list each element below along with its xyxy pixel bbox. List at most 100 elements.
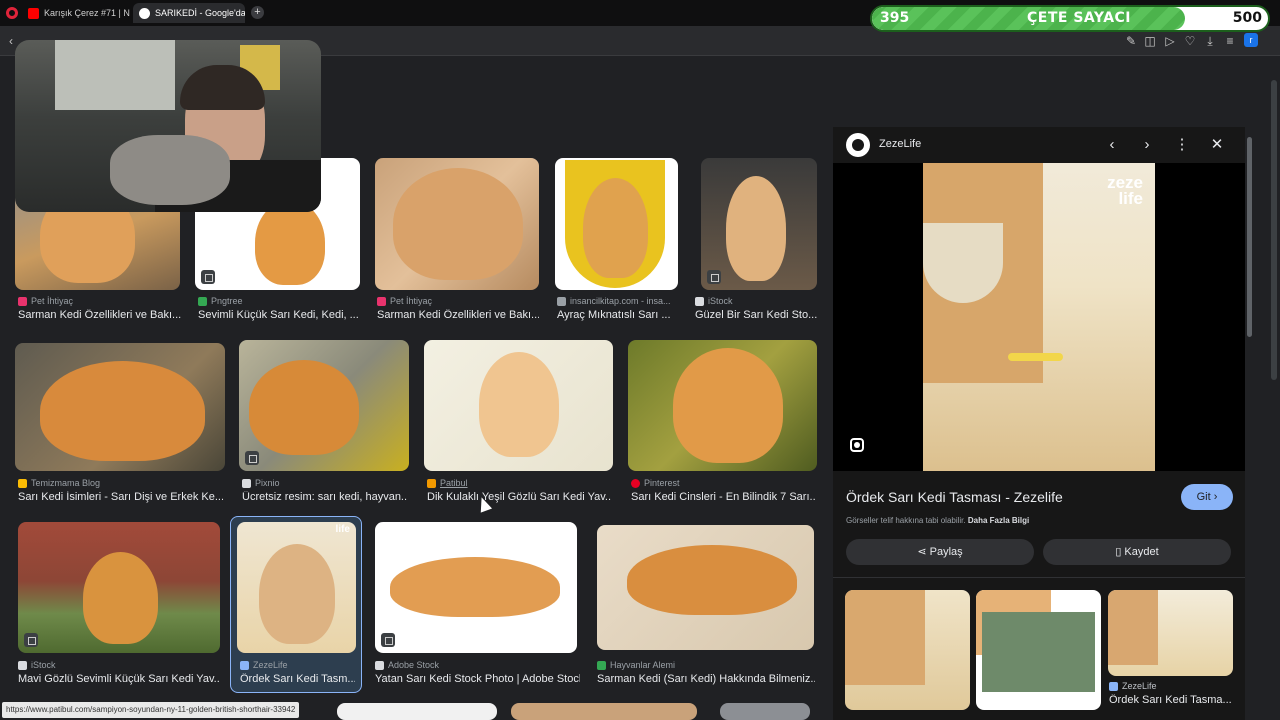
result-source[interactable]: Patibul	[427, 478, 468, 488]
result-source[interactable]: Pixnio	[242, 478, 280, 488]
result-image[interactable]	[597, 525, 814, 650]
play-icon[interactable]: ▷	[1163, 34, 1177, 48]
result-source[interactable]: Pet İhtiyaç	[18, 296, 73, 306]
panel-site-name[interactable]: ZezeLife	[879, 138, 921, 150]
site-favicon	[18, 660, 27, 670]
poster-shape	[55, 40, 175, 110]
result-source[interactable]: ZezeLife	[240, 660, 288, 670]
related-image[interactable]	[1108, 590, 1233, 676]
panel-scrollbar[interactable]	[1247, 127, 1252, 717]
result-title[interactable]: Mavi Gözlü Sevimli Küçük Sarı Kedi Yav..…	[18, 673, 220, 685]
cat-image	[627, 545, 797, 615]
result-source[interactable]: iStock	[18, 660, 56, 670]
result-image[interactable]	[375, 522, 577, 653]
result-source[interactable]: insancilkitap.com - insa...	[557, 296, 671, 306]
new-tab-button[interactable]: +	[251, 6, 264, 19]
site-favicon	[427, 478, 436, 488]
result-title[interactable]: Ücretsiz resim: sarı kedi, hayvan...	[242, 491, 407, 503]
opera-logo-icon[interactable]	[6, 7, 18, 19]
image-badge-icon	[201, 270, 215, 284]
result-image[interactable]	[720, 703, 810, 720]
result-image[interactable]	[555, 158, 678, 290]
frame-shape	[982, 612, 1095, 692]
result-title[interactable]: Sarman Kedi (Sarı Kedi) Hakkında Bilmeni…	[597, 673, 815, 685]
result-image[interactable]	[337, 703, 497, 720]
result-title[interactable]: Sarman Kedi Özellikleri ve Bakı...	[18, 309, 183, 321]
result-title[interactable]: Sevimli Küçük Sarı Kedi, Kedi, ...	[198, 309, 358, 321]
source-label: Patibul	[440, 478, 468, 488]
source-label: insancilkitap.com - insa...	[570, 296, 671, 306]
result-image[interactable]	[701, 158, 817, 290]
collar	[1008, 353, 1063, 361]
result-title[interactable]: Dik Kulaklı Yeşil Gözlü Sarı Kedi Yav...	[427, 491, 612, 503]
result-source[interactable]: iStock	[695, 296, 733, 306]
save-button[interactable]: ▯ Kaydet	[1043, 539, 1231, 565]
result-title[interactable]: Ördek Sarı Kedi Tasm...	[240, 673, 355, 685]
image-badge-icon	[24, 633, 38, 647]
preview-image[interactable]: zeze life	[833, 163, 1245, 471]
download-icon[interactable]: ⤓	[1203, 34, 1217, 48]
close-icon[interactable]: ✕	[1207, 135, 1227, 155]
cat-image	[249, 360, 359, 455]
site-logo-icon	[846, 133, 870, 157]
result-image[interactable]	[18, 522, 220, 653]
related-image[interactable]	[845, 590, 970, 710]
related-source[interactable]: ZezeLife	[1109, 681, 1157, 691]
site-favicon	[631, 478, 640, 488]
license-notice: Görseller telif hakkına tabi olabilir. D…	[846, 516, 1029, 525]
image-badge-icon	[707, 270, 721, 284]
profile-avatar[interactable]: r	[1244, 33, 1258, 47]
result-image[interactable]	[628, 340, 817, 471]
image-badge-icon	[245, 451, 259, 465]
share-icon: ⋖	[917, 546, 930, 558]
counter-current: 395	[880, 10, 910, 26]
cat-image	[393, 168, 523, 280]
scrollbar-thumb[interactable]	[1247, 137, 1252, 337]
result-title[interactable]: Yatan Sarı Kedi Stock Photo | Adobe Stoc…	[375, 673, 580, 685]
camera-icon[interactable]: ◫	[1143, 34, 1157, 48]
result-source[interactable]: Pinterest	[631, 478, 680, 488]
result-image[interactable]	[424, 340, 613, 471]
page-scrollbar[interactable]	[1271, 80, 1277, 380]
lens-icon[interactable]	[850, 438, 864, 452]
snapshot-icon[interactable]: ✎	[1124, 34, 1138, 48]
cat-photo: zeze life	[923, 163, 1155, 471]
menu-icon[interactable]: ≡	[1223, 34, 1237, 48]
result-source[interactable]: Pet İhtiyaç	[377, 296, 432, 306]
visit-button[interactable]: Git ›	[1181, 484, 1233, 510]
result-image[interactable]	[511, 703, 697, 720]
share-button[interactable]: ⋖ Paylaş	[846, 539, 1034, 565]
result-title[interactable]: Güzel Bir Sarı Kedi Sto...	[695, 309, 817, 321]
tab-youtube[interactable]: Karışık Çerez #71 | Nasıl Y	[22, 3, 130, 23]
site-favicon	[242, 478, 251, 488]
related-title[interactable]: Ördek Sarı Kedi Tasma...	[1109, 694, 1239, 706]
result-title[interactable]: Sarman Kedi Özellikleri ve Bakı...	[377, 309, 539, 321]
panel-heading[interactable]: Ördek Sarı Kedi Tasması - Zezelife	[846, 489, 1063, 505]
tab-google-search[interactable]: SARIKEDİ - Google'da Ara	[133, 3, 245, 23]
result-source[interactable]: Pngtree	[198, 296, 243, 306]
result-image[interactable]	[15, 343, 225, 471]
result-image[interactable]	[239, 340, 409, 471]
cat-held	[110, 135, 230, 205]
result-source[interactable]: Hayvanlar Alemi	[597, 660, 675, 670]
result-title[interactable]: Ayraç Mıknatıslı Sarı ...	[557, 309, 679, 321]
result-image[interactable]	[375, 158, 539, 290]
result-source[interactable]: Adobe Stock	[375, 660, 439, 670]
next-icon[interactable]: ›	[1137, 135, 1157, 155]
back-icon[interactable]: ‹	[4, 34, 18, 48]
learn-more-link[interactable]: Daha Fazla Bilgi	[968, 516, 1029, 525]
result-image[interactable]: life	[237, 522, 356, 653]
result-title[interactable]: Sarı Kedi İsimleri - Sarı Dişi ve Erkek …	[18, 491, 223, 503]
result-source[interactable]: Temizmama Blog	[18, 478, 100, 488]
related-image[interactable]	[976, 590, 1101, 710]
lamp-shape	[923, 223, 1003, 303]
stream-counter: 395 ÇETE SAYACI 500	[870, 5, 1270, 32]
cat-image	[673, 348, 783, 463]
more-options-icon[interactable]: ⋮	[1172, 135, 1192, 155]
result-title[interactable]: Sarı Kedi Cinsleri - En Bilindik 7 Sarı.…	[631, 491, 816, 503]
site-favicon	[597, 660, 606, 670]
source-label: Pet İhtiyaç	[31, 296, 74, 306]
previous-icon[interactable]: ‹	[1102, 135, 1122, 155]
heart-icon[interactable]: ♡	[1183, 34, 1197, 48]
cat-image	[583, 178, 648, 278]
